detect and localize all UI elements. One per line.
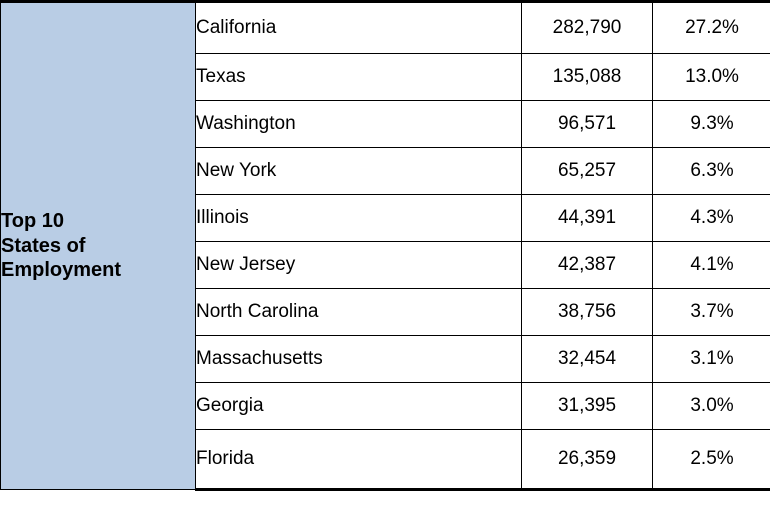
- row-header-label: Top 10 States of Employment: [0, 0, 196, 490]
- employment-count: 44,391: [521, 194, 653, 242]
- employment-count: 38,756: [521, 288, 653, 336]
- state-name: New York: [195, 147, 522, 195]
- state-name: Massachusetts: [195, 335, 522, 383]
- table-row: Top 10 States of Employment California 2…: [0, 0, 770, 490]
- row-header-line-1: Top 10: [1, 210, 64, 233]
- employment-percent: 9.3%: [652, 100, 770, 148]
- state-name: Florida: [195, 429, 522, 491]
- row-header-line-3: Employment: [1, 259, 122, 282]
- state-name: Illinois: [195, 194, 522, 242]
- employment-percent: 3.1%: [652, 335, 770, 383]
- employment-percent: 3.7%: [652, 288, 770, 336]
- employment-count: 96,571: [521, 100, 653, 148]
- employment-count: 31,395: [521, 382, 653, 430]
- employment-count: 135,088: [521, 53, 653, 101]
- state-name: New Jersey: [195, 241, 522, 289]
- employment-percent: 13.0%: [652, 53, 770, 101]
- state-name: California: [195, 0, 522, 54]
- employment-percent: 6.3%: [652, 147, 770, 195]
- state-name: Georgia: [195, 382, 522, 430]
- state-name: North Carolina: [195, 288, 522, 336]
- top-states-table: Top 10 States of Employment California 2…: [0, 0, 770, 491]
- state-name: Texas: [195, 53, 522, 101]
- row-header-line-2: States of: [1, 234, 86, 257]
- employment-count: 26,359: [521, 429, 653, 491]
- employment-percent: 4.3%: [652, 194, 770, 242]
- employment-count: 32,454: [521, 335, 653, 383]
- table-body: Top 10 States of Employment California 2…: [0, 0, 770, 491]
- employment-count: 65,257: [521, 147, 653, 195]
- state-name: Washington: [195, 100, 522, 148]
- employment-percent: 4.1%: [652, 241, 770, 289]
- employment-percent: 3.0%: [652, 382, 770, 430]
- employment-percent: 27.2%: [652, 0, 770, 54]
- employment-percent: 2.5%: [652, 429, 770, 491]
- employment-count: 42,387: [521, 241, 653, 289]
- employment-count: 282,790: [521, 0, 653, 54]
- top-states-table-container: Top 10 States of Employment California 2…: [0, 0, 770, 512]
